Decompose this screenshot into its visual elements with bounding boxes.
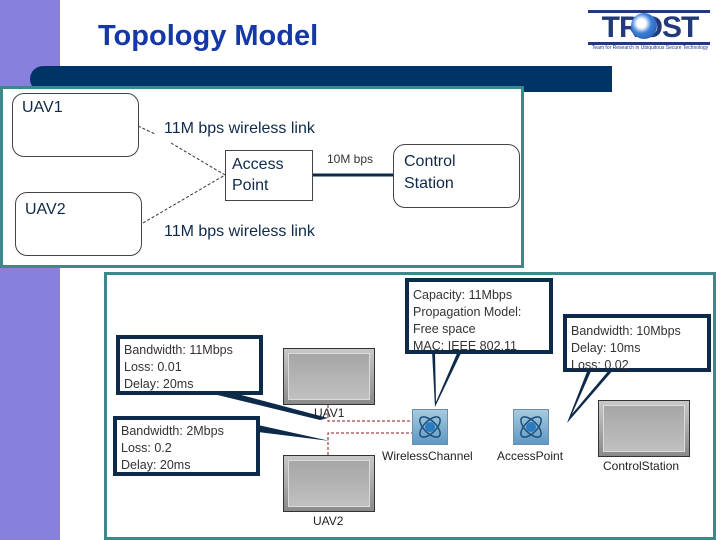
callout-line: Capacity: 11Mbps [413,288,513,302]
callout-line: Loss: 0.2 [121,441,172,455]
uav1-sim-node[interactable] [283,348,375,405]
uav2-callout-pointer [258,418,330,441]
wired-link-callout: Bandwidth: 10Mbps Delay: 10ms Loss: 0.02 [563,314,711,372]
callout-line: Delay: 10ms [571,341,641,355]
callout-line: Bandwidth: 2Mbps [121,424,224,438]
callout-line: Bandwidth: 10Mbps [571,324,681,338]
atom-icon [419,416,441,438]
callout-line: MAC: IEEE 802.11 [413,339,517,353]
uav2-link-callout: Bandwidth: 2Mbps Loss: 0.2 Delay: 20ms [113,416,260,476]
control-station-sim-label: ControlStation [603,459,680,473]
callout-line: Propagation Model: [413,305,522,319]
control-station-sim-node[interactable] [598,400,690,457]
uav2-sim-label: UAV2 [313,514,344,528]
wireless-channel-sim-label: WirelessChannel [382,449,473,463]
callout-line: Free space [413,322,476,336]
callout-line: Bandwidth: 11Mbps [124,343,233,357]
callout-line: Loss: 0.01 [124,360,182,374]
uav2-sim-node[interactable] [283,455,375,512]
wireless-channel-sim-node[interactable] [412,409,448,445]
access-point-sim-node[interactable] [513,409,549,445]
access-point-sim-label: AccessPoint [497,449,564,463]
callout-line: Delay: 20ms [121,458,191,472]
callout-line: Loss: 0.02 [571,358,629,372]
callout-line: Delay: 20ms [124,377,194,391]
wireless-channel-callout: Capacity: 11Mbps Propagation Model: Free… [405,278,553,354]
atom-icon [520,416,542,438]
uav1-sim-label: UAV1 [314,406,345,420]
uav1-link-callout: Bandwidth: 11Mbps Loss: 0.01 Delay: 20ms [116,335,263,395]
